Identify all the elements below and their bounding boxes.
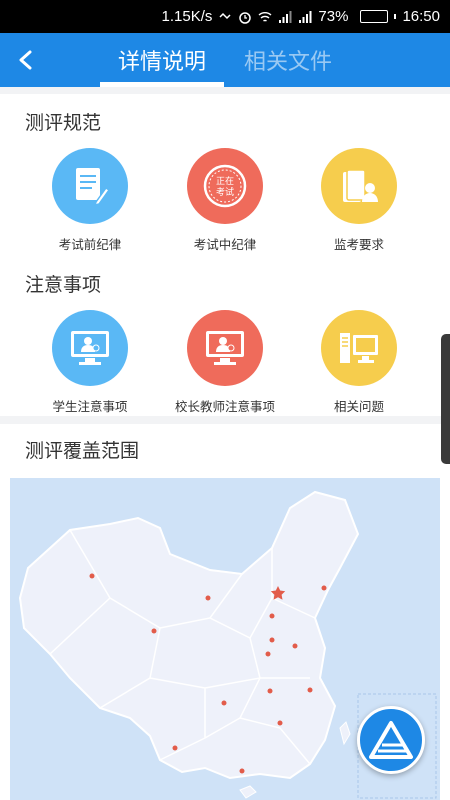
app-bar: 详情说明 相关文件 [0,33,450,87]
map-marker [221,700,227,706]
map-marker [269,613,275,619]
map-marker [265,651,271,657]
map-marker [205,595,211,601]
rule-item-proctor[interactable]: 监考要求 [289,148,429,253]
wifi-icon [258,11,272,22]
signal-icon-2 [299,10,312,23]
note-label-student: 学生注意事项 [52,399,128,414]
rules-notes-panel: 测评规范 考试前纪律 正在考试 考试中纪律 监考要求 注意事项 学生注意事项 校… [0,94,450,416]
chevron-left-icon [19,50,32,70]
map-marker [321,585,327,591]
active-tab-indicator [100,82,224,87]
map-marker [269,637,275,643]
rule-label-proctor: 监考要求 [333,237,384,252]
clock: 16:50 [402,8,440,25]
rule-label-before-exam: 考试前纪律 [58,237,122,252]
side-drawer-handle[interactable] [441,334,450,464]
teacher-monitor-icon [187,310,263,386]
status-bar: 1.15K/s 73% 16:50 [0,0,450,33]
map-marker [267,688,273,694]
exam-notes-icon [52,148,128,224]
note-item-related-questions[interactable]: 相关问题 [289,310,429,415]
signal-icon [279,10,292,23]
battery-icon [354,10,397,23]
exam-stamp-icon: 正在考试 [187,148,263,224]
note-item-teacher[interactable]: 校长教师注意事项 [155,310,295,415]
vibrate-icon [219,12,231,19]
tab-related-files[interactable]: 相关文件 [244,33,332,87]
note-label-related-questions: 相关问题 [333,399,384,414]
section-title-notes: 注意事项 [25,274,102,296]
map-marker [277,720,283,726]
app-logo-icon [369,721,413,759]
map-marker [307,687,313,693]
section-title-rules: 测评规范 [25,112,102,134]
taiwan-island [339,721,351,746]
battery-percent: 73% [318,8,349,25]
map-marker [151,628,157,634]
stamp-text-1: 正在考试 [216,175,234,198]
student-monitor-icon [52,310,128,386]
app-logo-fab[interactable] [357,706,425,774]
tab-detail[interactable]: 详情说明 [118,33,206,87]
map-marker [292,643,298,649]
computer-icon [321,310,397,386]
map-marker [172,745,178,751]
proctor-book-icon [321,148,397,224]
back-button[interactable] [8,42,44,78]
note-item-student[interactable]: 学生注意事项 [20,310,160,415]
hainan-island [239,785,257,799]
map-marker [89,573,95,579]
rule-label-during-exam: 考试中纪律 [193,237,257,252]
network-speed: 1.15K/s [161,8,213,25]
rule-item-before-exam[interactable]: 考试前纪律 [20,148,160,253]
note-label-teacher: 校长教师注意事项 [174,399,275,414]
rule-item-during-exam[interactable]: 正在考试 考试中纪律 [155,148,295,253]
section-title-coverage: 测评覆盖范围 [25,440,140,462]
alarm-icon [239,11,252,24]
map-marker [239,768,245,774]
